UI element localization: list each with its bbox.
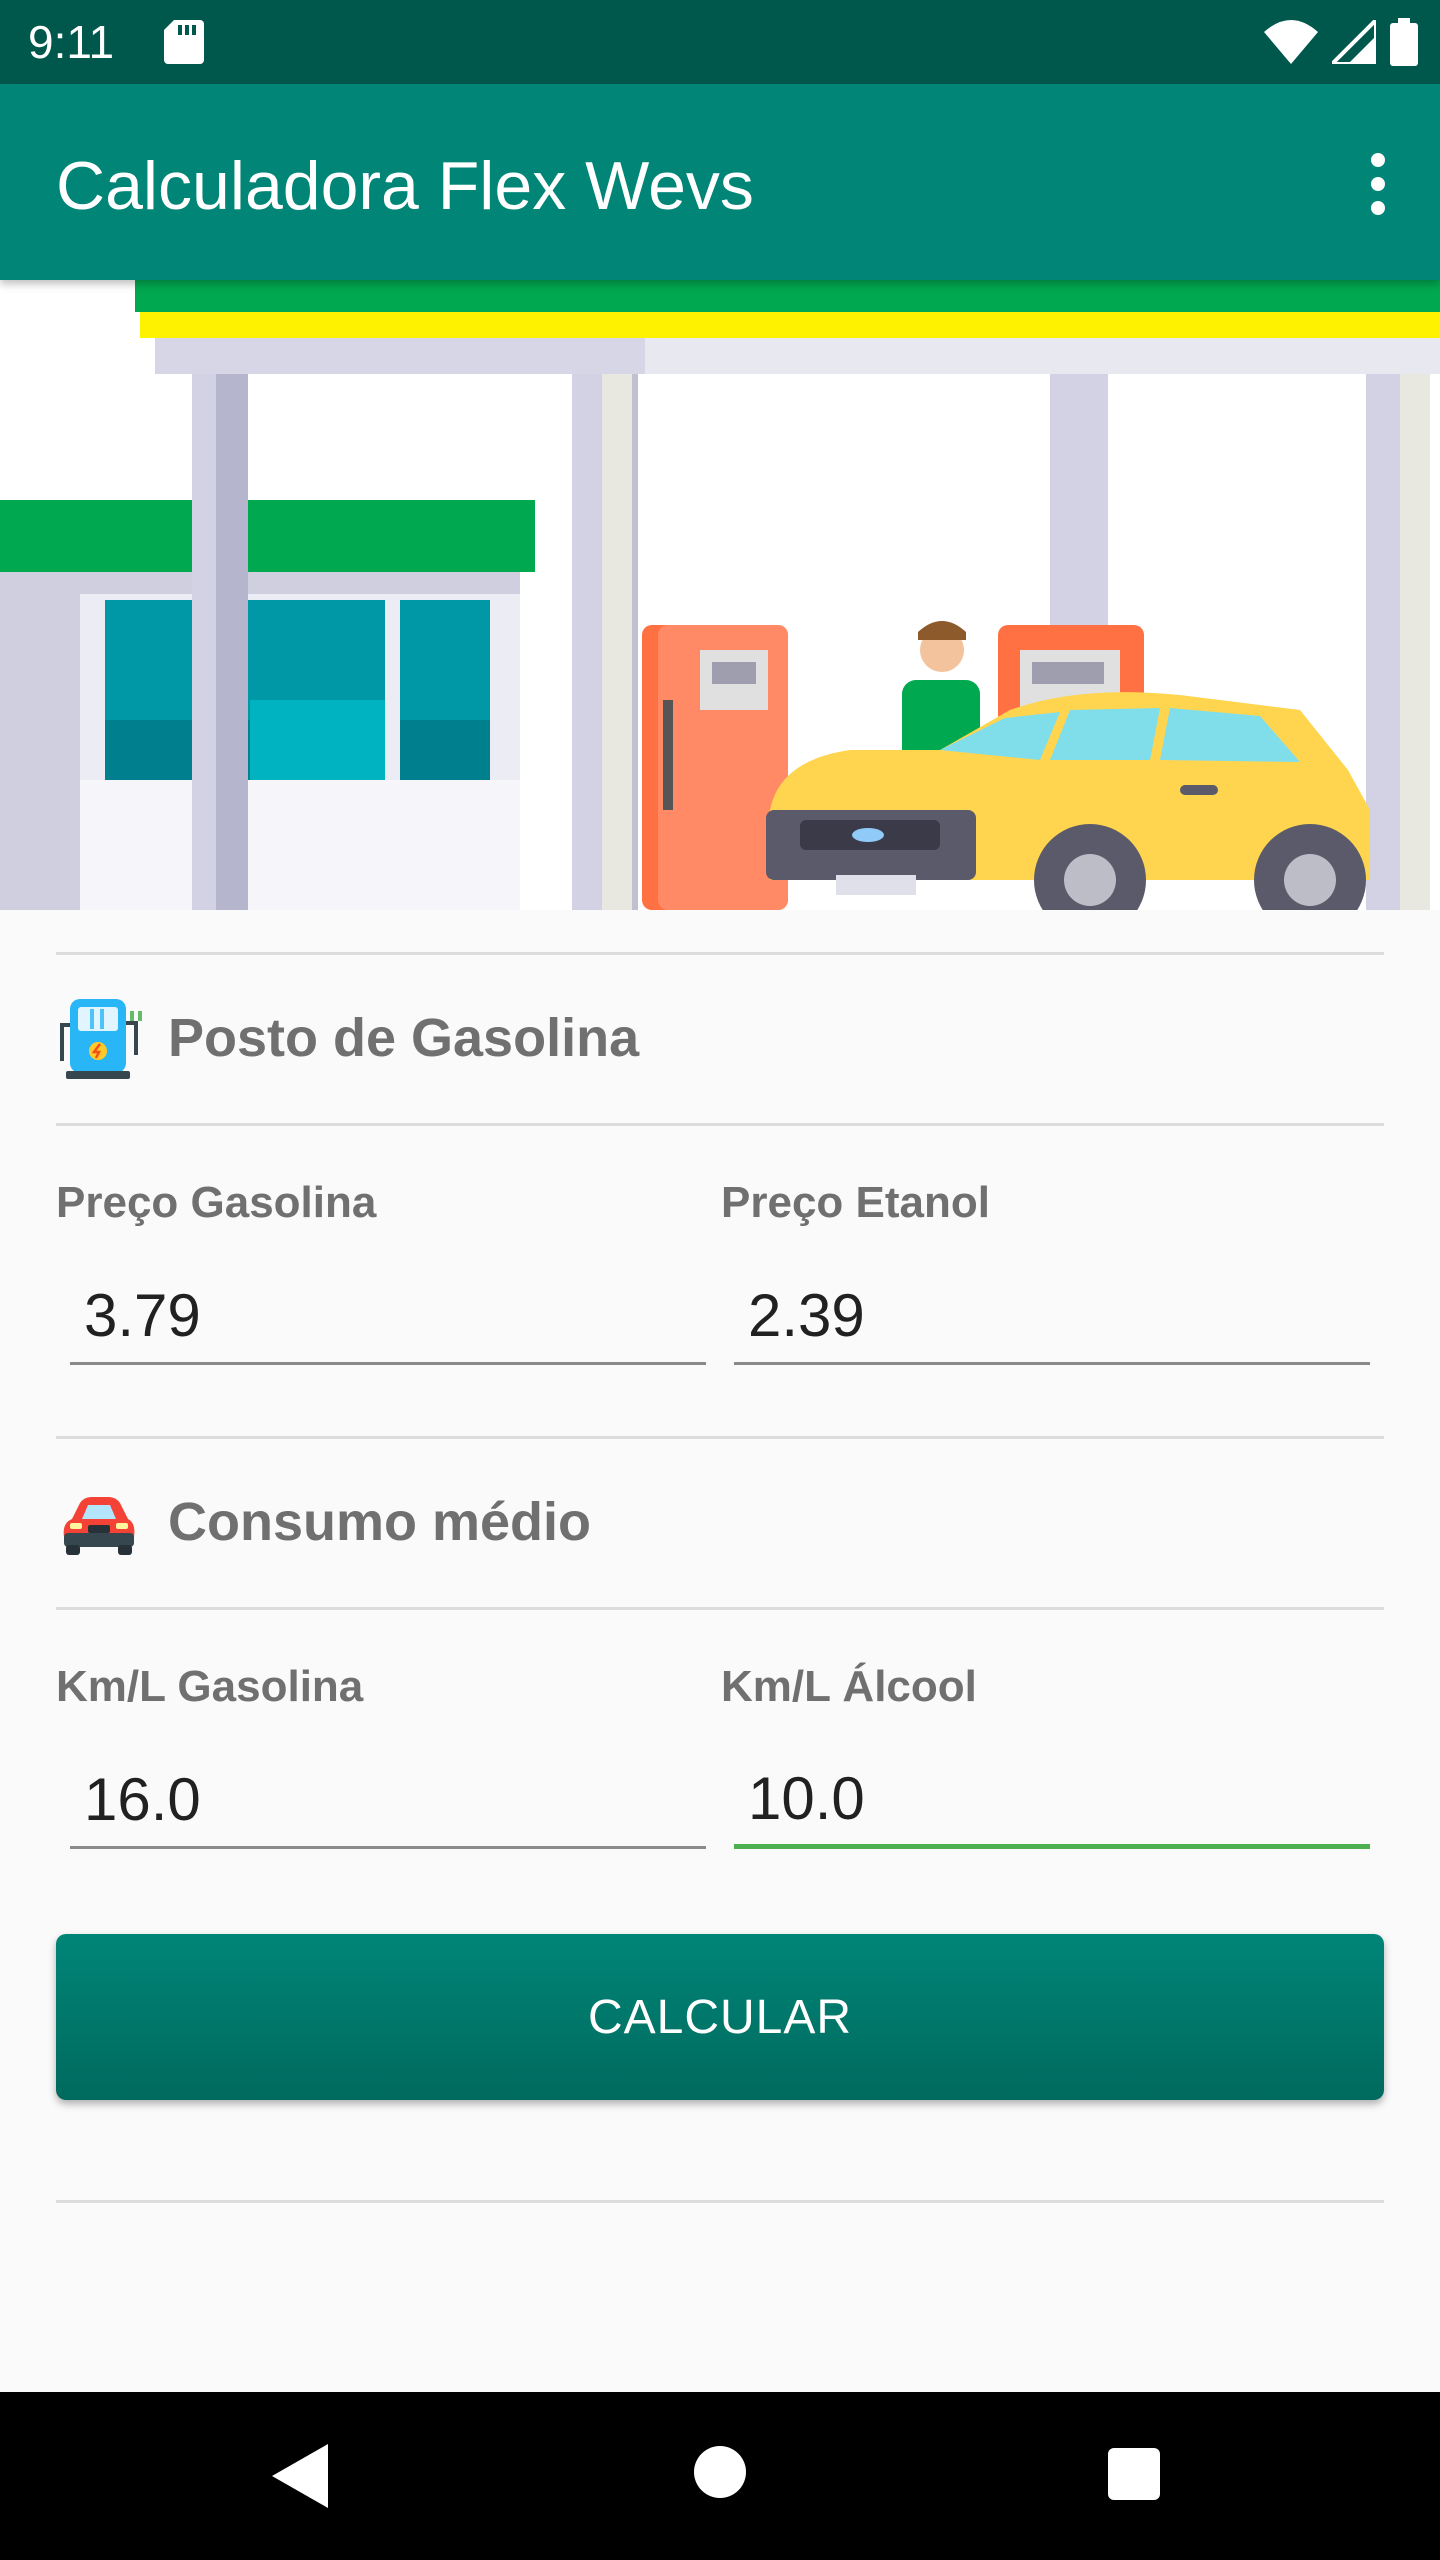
- home-icon[interactable]: [694, 2446, 746, 2498]
- divider: [56, 1607, 1384, 1610]
- gas-station-icon: [60, 999, 142, 1079]
- wifi-icon: [1264, 20, 1318, 64]
- hero-illustration: [0, 280, 1440, 910]
- sd-card-icon: [164, 20, 204, 64]
- status-bar: 9:11: [0, 0, 1440, 84]
- status-time: 9:11: [28, 16, 115, 68]
- section-consumption-header: Consumo médio: [56, 1477, 591, 1567]
- back-icon[interactable]: [272, 2444, 328, 2508]
- app-bar: Calculadora Flex Wevs: [0, 84, 1440, 280]
- divider: [56, 952, 1384, 955]
- navigation-bar: [0, 2392, 1440, 2560]
- gas-price-label: Preço Gasolina: [56, 1178, 377, 1227]
- recents-icon[interactable]: [1108, 2448, 1160, 2500]
- battery-icon: [1390, 18, 1418, 66]
- section-station-header: Posto de Gasolina: [56, 993, 639, 1083]
- divider: [56, 1123, 1384, 1126]
- section-consumption-title: Consumo médio: [168, 1492, 592, 1552]
- ethanol-price-input[interactable]: [734, 1269, 1370, 1365]
- gas-price-input[interactable]: [70, 1269, 706, 1365]
- km-gas-input[interactable]: [70, 1753, 706, 1849]
- divider: [56, 1436, 1384, 1439]
- km-alcohol-label: Km/L Álcool: [721, 1662, 977, 1711]
- signal-icon: [1332, 20, 1376, 64]
- km-alcohol-input[interactable]: [734, 1753, 1370, 1849]
- ethanol-price-label: Preço Etanol: [721, 1178, 990, 1227]
- divider: [56, 2200, 1384, 2203]
- section-station-title: Posto de Gasolina: [168, 1008, 640, 1068]
- calculate-button[interactable]: CALCULAR: [56, 1934, 1384, 2100]
- car-icon: [63, 1497, 135, 1555]
- app-title: Calculadora Flex Wevs: [56, 148, 754, 224]
- km-gas-label: Km/L Gasolina: [56, 1662, 364, 1711]
- more-vert-icon[interactable]: [1366, 152, 1390, 216]
